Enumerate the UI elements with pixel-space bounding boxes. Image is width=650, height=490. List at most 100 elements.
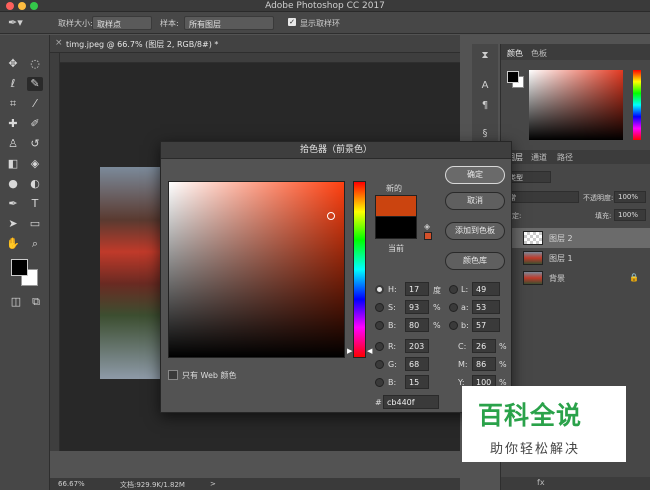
pen-icon[interactable]: ✒ [5,197,21,211]
color-libraries-button[interactable]: 颜色库 [445,252,505,270]
layer-name: 背景 [549,274,565,283]
layer-name: 图层 2 [549,234,573,243]
rectangle-icon[interactable]: ▭ [27,217,43,231]
h-label: H: [388,285,397,294]
crop-icon[interactable]: ⌗ [5,97,21,111]
layer-row[interactable]: 图层 1 [501,248,650,268]
radio-brightness[interactable] [375,321,384,330]
paragraph-icon[interactable]: ¶ [479,100,491,112]
c-unit: % [499,342,507,351]
watermark-subtitle: 助你轻松解决 [490,442,581,457]
tab-channels[interactable]: 通道 [531,152,547,163]
web-safe-swatch[interactable] [424,232,432,240]
hue-slider[interactable] [353,181,366,358]
ok-button[interactable]: 确定 [445,166,505,184]
show-ring-checkbox[interactable]: ✓ [288,18,296,26]
blend-mode-select[interactable]: 常 [505,191,579,203]
dodge-icon[interactable]: ◐ [27,177,43,191]
history-icon[interactable]: ⧗ [479,50,491,62]
document-image [100,167,160,379]
history-brush-icon[interactable]: ↺ [27,137,43,151]
radio-b-lab[interactable] [449,321,458,330]
current-color-swatch[interactable] [375,217,417,239]
blue-field[interactable]: 15 [405,375,429,389]
saturation-brightness-field[interactable] [168,181,345,358]
fx-icon[interactable]: fx [537,478,545,487]
red-field[interactable]: 203 [405,339,429,353]
color-panel-hue-slider[interactable] [633,70,641,140]
sample-select[interactable]: 所有图层 [184,16,274,30]
lasso-icon[interactable]: ℓ [5,77,21,91]
panel-foreground-swatch[interactable] [507,71,519,83]
hand-icon[interactable]: ✋ [5,237,21,251]
watermark-title: 百科全说 [478,401,583,430]
move-icon[interactable]: ✥ [5,57,21,71]
sample-size-select[interactable]: 取样点 [92,16,152,30]
web-colors-only-checkbox[interactable] [168,370,178,380]
brush-icon[interactable]: ✐ [27,117,43,131]
eraser-icon[interactable]: ◧ [5,157,21,171]
horizontal-ruler [60,53,460,63]
layer-thumbnail [523,271,543,285]
screen-mode-icon[interactable]: ⧉ [28,295,44,309]
show-ring-label: 显示取样环 [300,19,340,28]
radio-a[interactable] [449,303,458,312]
color-panel-spectrum[interactable] [529,70,623,140]
hue-field[interactable]: 17 [405,282,429,296]
stamp-icon[interactable]: ♙ [5,137,21,151]
cyan-field[interactable]: 26 [472,339,496,353]
lightness-field[interactable]: 49 [472,282,500,296]
layers-panel-tabs: 图层 通道 路径 [501,150,650,164]
opacity-field[interactable]: 100% [614,191,646,203]
layer-row[interactable]: 图层 2 [501,228,650,248]
tab-swatches[interactable]: 色板 [531,48,547,59]
green-field[interactable]: 68 [405,357,429,371]
fill-label: 填充: [595,212,612,220]
zoom-level[interactable]: 66.67% [58,480,85,488]
fill-field[interactable]: 100% [614,209,646,221]
radio-hue[interactable] [375,285,384,294]
hue-slider-handle-left[interactable]: ▶ [347,347,352,355]
bucket-icon[interactable]: ◈ [27,157,43,171]
a-label: a: [461,303,469,312]
saturation-field[interactable]: 93 [405,300,429,314]
radio-red[interactable] [375,342,384,351]
blur-icon[interactable]: ● [5,177,21,191]
cancel-button[interactable]: 取消 [445,192,505,210]
radio-blue[interactable] [375,378,384,387]
eyedropper-icon[interactable]: ✒▾ [8,16,34,30]
color-panel-tabs: 颜色 色板 [501,44,650,60]
magenta-field[interactable]: 86 [472,357,496,371]
radio-saturation[interactable] [375,303,384,312]
marquee-icon[interactable]: ◌ [27,57,43,71]
status-menu-arrow[interactable]: > [210,480,216,488]
add-to-swatches-button[interactable]: 添加到色板 [445,222,505,240]
eyedropper-icon[interactable]: ⁄ [27,97,43,111]
web-safe-warning-icon[interactable]: ◈ [424,222,430,231]
tab-color[interactable]: 颜色 [507,48,523,59]
a-field[interactable]: 53 [472,300,500,314]
path-select-icon[interactable]: ➤ [5,217,21,231]
zoom-icon[interactable]: ⌕ [27,237,43,251]
hue-slider-handle-right[interactable]: ◀ [367,347,372,355]
radio-green[interactable] [375,360,384,369]
text-icon[interactable]: T [27,197,43,211]
brightness-field[interactable]: 80 [405,318,429,332]
color-cursor[interactable] [327,212,335,220]
s-unit: % [433,303,441,312]
healing-icon[interactable]: ✚ [5,117,21,131]
m-unit: % [499,360,507,369]
document-tab[interactable]: × timg.jpeg @ 66.7% (图层 2, RGB/8#) * [50,35,460,53]
layer-row[interactable]: 背景 🔒 [501,268,650,288]
lab-b-field[interactable]: 57 [472,318,500,332]
character-icon[interactable]: A [479,80,491,92]
eyedropper-icon[interactable]: ✎ [27,77,43,91]
hex-field[interactable]: cb440f [383,395,439,409]
sample-size-label: 取样大小: [58,19,93,28]
close-icon[interactable]: × [55,38,63,48]
foreground-color-swatch[interactable] [11,259,28,276]
brush-settings-icon[interactable]: § [479,128,491,140]
quick-mask-icon[interactable]: ◫ [8,295,24,309]
radio-lightness[interactable] [449,285,458,294]
tab-paths[interactable]: 路径 [557,152,573,163]
